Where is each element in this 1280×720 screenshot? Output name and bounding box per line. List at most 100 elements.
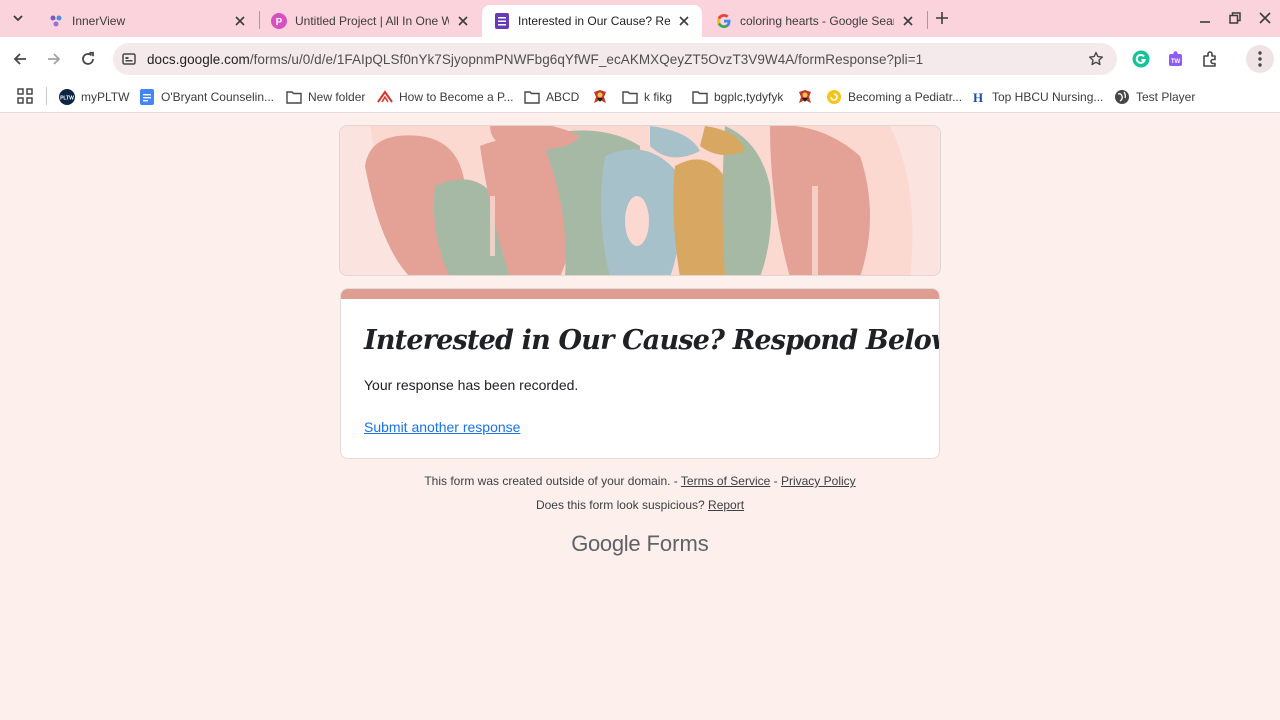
back-button[interactable]	[8, 47, 32, 71]
minimize-icon	[1200, 21, 1210, 23]
bookmark-top-hbcu-nursing[interactable]: H Top HBCU Nursing...	[970, 85, 1103, 109]
card-accent-bar	[341, 289, 939, 299]
more-vert-icon	[1258, 51, 1262, 67]
browser-toolbar: docs.google.com/forms/u/0/d/e/1FAIpQLSf0…	[0, 37, 1280, 81]
tab-title: InnerView	[72, 14, 126, 28]
svg-text:P: P	[276, 17, 283, 28]
bookmark-bgplc[interactable]: bgplc,tydyfyk	[692, 85, 783, 109]
tab-search-button[interactable]	[7, 7, 29, 29]
forms-wordmark: Forms	[646, 531, 709, 556]
tab-title: coloring hearts - Google Search	[740, 14, 894, 28]
tab-google-search[interactable]: coloring hearts - Google Search	[704, 5, 926, 37]
site-info-icon[interactable]	[121, 51, 137, 67]
svg-text:TW: TW	[1171, 59, 1181, 65]
form-header-image	[339, 125, 941, 276]
restore-button[interactable]	[1224, 8, 1246, 28]
form-title: Interested in Our Cause? Respond Below!	[364, 325, 940, 356]
tab-innerview[interactable]: InnerView	[36, 5, 258, 37]
arrow-left-icon	[13, 53, 26, 65]
folder-icon	[524, 89, 540, 105]
tab-untitled-project[interactable]: P Untitled Project | All In One Wel	[259, 5, 481, 37]
bookmark-label: ABCD	[546, 90, 580, 104]
google-icon	[716, 13, 732, 29]
svg-text:PLTW: PLTW	[60, 96, 74, 102]
mascot-icon	[592, 89, 608, 105]
report-link[interactable]: Report	[708, 498, 744, 512]
bookmark-star-icon[interactable]	[1087, 50, 1105, 68]
form-page: Interested in Our Cause? Respond Below! …	[0, 113, 1280, 720]
close-window-button[interactable]	[1254, 8, 1276, 28]
site-icon	[826, 89, 842, 105]
project-app-icon: P	[271, 13, 287, 29]
bookmark-label: Becoming a Pediatr...	[848, 90, 963, 104]
bookmark-label: How to Become a P...	[399, 90, 514, 104]
footer-report: Does this form look suspicious? Report	[0, 498, 1280, 512]
restore-icon	[1229, 12, 1241, 24]
close-icon[interactable]	[900, 13, 916, 29]
tab-divider	[927, 11, 928, 29]
puzzle-extension-icon[interactable]: TW	[1166, 49, 1186, 69]
svg-text:H: H	[973, 90, 983, 104]
minimize-button[interactable]	[1194, 8, 1216, 28]
forward-button[interactable]	[42, 47, 66, 71]
chevron-down-icon	[13, 15, 23, 22]
close-icon[interactable]	[455, 13, 471, 29]
bookmark-label: bgplc,tydyfyk	[714, 90, 784, 104]
bookmark-label: Test Player	[1136, 90, 1196, 104]
bookmark-mypltw[interactable]: PLTW myPLTW	[59, 85, 129, 109]
apps-grid-icon[interactable]	[16, 87, 34, 105]
innerview-icon	[48, 13, 64, 29]
bookmark-obryant-counseling[interactable]: O'Bryant Counselin...	[139, 85, 274, 109]
folder-icon	[692, 89, 708, 105]
bookmark-label: myPLTW	[81, 90, 130, 104]
bookmark-mascot-2[interactable]	[797, 85, 819, 109]
bookmark-abcd[interactable]: ABCD	[524, 85, 579, 109]
browser-menu-button[interactable]	[1246, 45, 1274, 73]
google-wordmark: Google	[571, 531, 641, 556]
footer-dash: -	[773, 474, 778, 488]
url-host: docs.google.com	[147, 51, 250, 67]
bookmark-new-folder[interactable]: New folder	[286, 85, 365, 109]
close-icon[interactable]	[232, 13, 248, 29]
domain-notice-text: This form was created outside of your do…	[424, 474, 678, 488]
plus-icon	[936, 12, 948, 24]
google-forms-logo[interactable]: Google Forms	[0, 531, 1280, 557]
arrow-right-icon	[48, 53, 61, 65]
bookmark-label: k fikg	[644, 90, 673, 104]
bookmark-label: O'Bryant Counselin...	[161, 90, 275, 104]
bookmark-mascot-1[interactable]	[592, 85, 614, 109]
bookmark-becoming-pediatrician[interactable]: Becoming a Pediatr...	[826, 85, 962, 109]
new-tab-button[interactable]	[932, 8, 952, 28]
tab-title: Untitled Project | All In One Wel	[295, 14, 449, 28]
globe-icon	[1114, 89, 1130, 105]
docs-icon	[139, 89, 155, 105]
terms-of-service-link[interactable]: Terms of Service	[681, 474, 770, 488]
url-text[interactable]: docs.google.com/forms/u/0/d/e/1FAIpQLSf0…	[147, 52, 1087, 67]
bookmark-label: New folder	[308, 90, 366, 104]
bookmark-k-fikg[interactable]: k fikg	[622, 85, 672, 109]
tab-title: Interested in Our Cause? Respo	[518, 14, 670, 28]
google-forms-icon	[494, 13, 510, 29]
site-icon	[377, 89, 393, 105]
suspicious-text: Does this form look suspicious?	[535, 498, 705, 512]
submit-another-response-link[interactable]: Submit another response	[364, 419, 520, 435]
close-icon[interactable]	[676, 13, 692, 29]
reload-icon	[82, 51, 94, 65]
mascot-icon	[797, 89, 813, 105]
tab-google-form[interactable]: Interested in Our Cause? Respo	[482, 5, 702, 37]
folder-icon	[286, 89, 302, 105]
address-bar[interactable]: docs.google.com/forms/u/0/d/e/1FAIpQLSf0…	[113, 43, 1117, 75]
extensions-icon[interactable]	[1200, 49, 1220, 69]
confirmation-card: Interested in Our Cause? Respond Below! …	[340, 288, 940, 459]
bookmarks-bar: PLTW myPLTW O'Bryant Counselin... New fo…	[0, 81, 1280, 113]
bookmark-how-to-become[interactable]: How to Become a P...	[377, 85, 514, 109]
folder-icon	[622, 89, 638, 105]
privacy-policy-link[interactable]: Privacy Policy	[781, 474, 856, 488]
bookmark-test-player[interactable]: Test Player	[1114, 85, 1195, 109]
grammarly-extension-icon[interactable]	[1131, 49, 1151, 69]
pltw-icon: PLTW	[59, 89, 75, 105]
reload-button[interactable]	[76, 47, 100, 71]
footer-domain-notice: This form was created outside of your do…	[0, 474, 1280, 488]
h-icon: H	[970, 89, 986, 105]
confirmation-message: Your response has been recorded.	[364, 377, 579, 393]
